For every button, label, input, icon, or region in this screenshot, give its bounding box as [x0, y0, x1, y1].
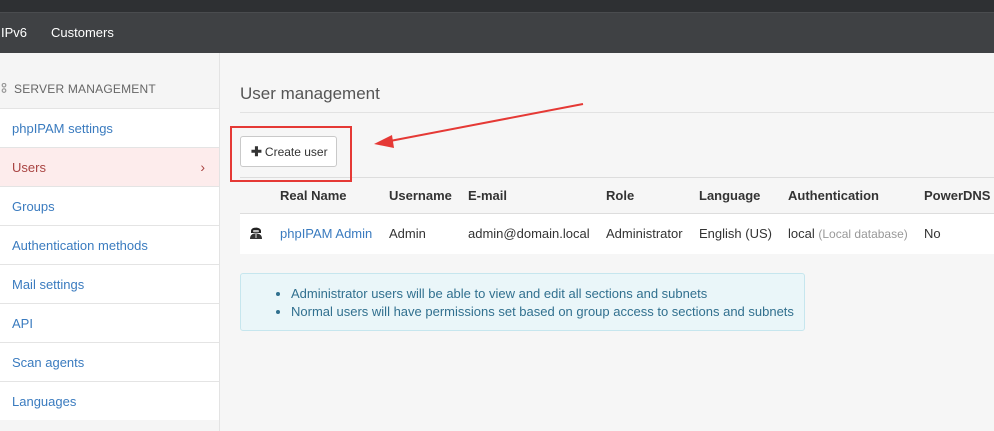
col-header-authentication[interactable]: Authentication [788, 177, 924, 214]
user-avatar-icon [250, 227, 262, 240]
sidebar-item-label: Scan agents [12, 355, 85, 370]
sidebar-item-phpipam-settings[interactable]: phpIPAM settings [0, 108, 219, 147]
sidebar-item-languages[interactable]: Languages [0, 381, 219, 420]
user-role: Administrator [606, 213, 699, 254]
title-divider [240, 112, 994, 113]
auth-note: (Local database) [818, 227, 908, 242]
sidebar: SERVER MANAGEMENT phpIPAM settings Users… [0, 53, 220, 431]
user-username: Admin [389, 213, 468, 254]
col-header-email[interactable]: E-mail [468, 177, 606, 214]
sidebar-item-scan-agents[interactable]: Scan agents [0, 342, 219, 381]
sidebar-menu: phpIPAM settings Users › Groups Authenti… [0, 108, 219, 420]
sidebar-item-label: API [12, 316, 33, 331]
nav-customers[interactable]: Customers [51, 25, 114, 40]
user-language: English (US) [699, 213, 788, 254]
auth-method: local [788, 226, 815, 242]
main-content: User management ✚ Create user Real Name U… [220, 53, 994, 431]
info-item: Normal users will have permissions set b… [291, 303, 794, 321]
sidebar-item-label: Languages [12, 394, 77, 409]
top-navbar: IPv6 Customers [0, 12, 994, 53]
page-title: User management [240, 84, 380, 103]
sidebar-item-mail-settings[interactable]: Mail settings [0, 264, 219, 303]
sidebar-header-label: SERVER MANAGEMENT [14, 82, 156, 96]
sidebar-item-label: Authentication methods [12, 238, 148, 253]
info-list: Administrator users will be able to view… [291, 285, 794, 321]
users-table: Real Name Username E-mail Role Language … [240, 177, 994, 254]
chevron-right-icon: › [200, 159, 205, 175]
sidebar-item-label: Mail settings [12, 277, 85, 292]
sidebar-item-label: Users [12, 160, 46, 175]
sidebar-item-authentication-methods[interactable]: Authentication methods [0, 225, 219, 264]
user-authentication: local (Local database) [788, 213, 924, 254]
col-header-role[interactable]: Role [606, 177, 699, 214]
user-email: admin@domain.local [468, 213, 606, 254]
sidebar-item-groups[interactable]: Groups [0, 186, 219, 225]
sidebar-item-users[interactable]: Users › [0, 147, 219, 186]
user-avatar-cell [240, 213, 280, 254]
table-header-row: Real Name Username E-mail Role Language … [240, 177, 994, 214]
annotation-highlight-box [230, 126, 352, 182]
cogs-icon [1, 83, 7, 93]
col-header-real-name[interactable]: Real Name [280, 177, 389, 214]
sidebar-item-label: Groups [12, 199, 55, 214]
info-alert: Administrator users will be able to view… [240, 273, 805, 331]
sidebar-item-api[interactable]: API [0, 303, 219, 342]
user-powerdns: No [924, 213, 994, 254]
col-header-username[interactable]: Username [389, 177, 468, 214]
nav-ipv6[interactable]: IPv6 [1, 25, 27, 40]
col-header-language[interactable]: Language [699, 177, 788, 214]
info-item: Administrator users will be able to view… [291, 285, 794, 303]
top-strip [0, 0, 994, 12]
col-header-powerdns[interactable]: PowerDNS [924, 177, 994, 214]
sidebar-item-label: phpIPAM settings [12, 121, 113, 136]
table-row: phpIPAM Admin Admin admin@domain.local A… [240, 213, 994, 254]
col-header-icon [240, 177, 280, 214]
user-real-name-link[interactable]: phpIPAM Admin [280, 226, 372, 241]
